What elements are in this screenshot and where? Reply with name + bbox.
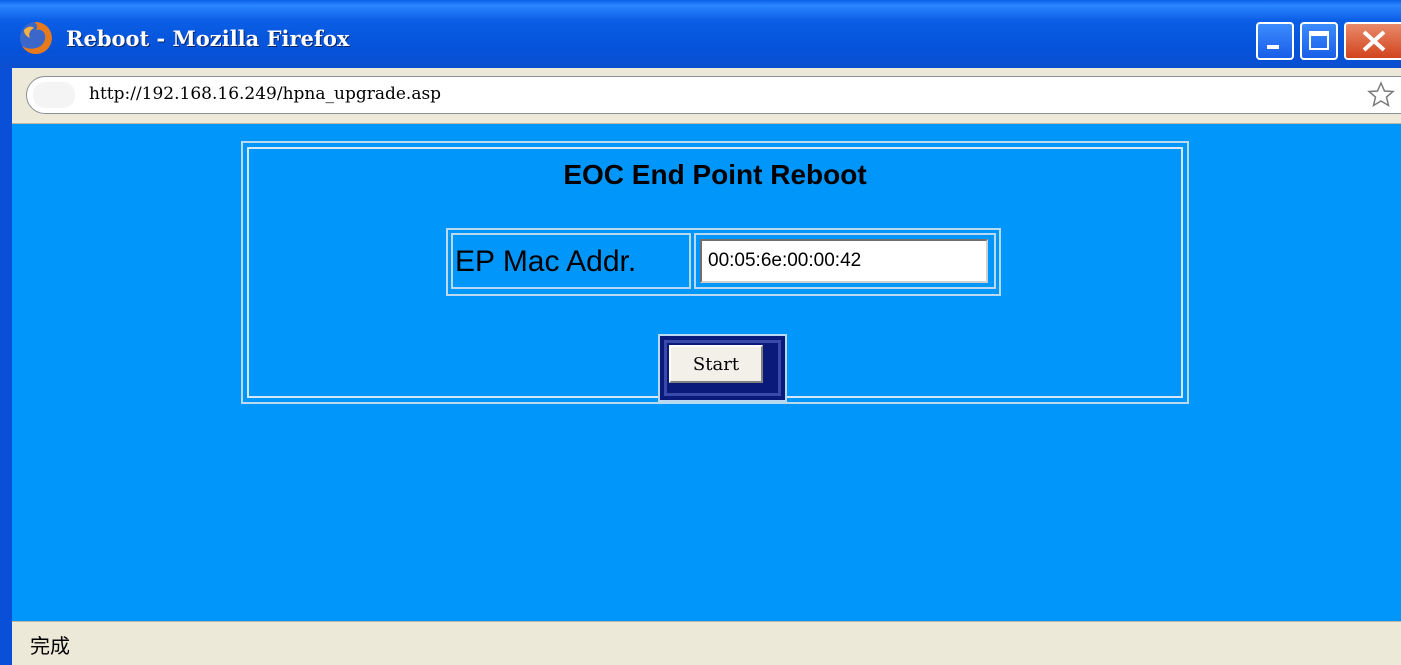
reboot-panel-inner: EOC End Point Reboot EP Mac Addr. Start: [247, 147, 1183, 402]
site-identity-button[interactable]: [33, 82, 75, 108]
mac-address-input[interactable]: [700, 239, 988, 283]
minimize-icon: [1267, 45, 1279, 49]
mac-address-table: EP Mac Addr.: [446, 228, 1001, 296]
start-button[interactable]: Start: [669, 345, 763, 383]
mac-input-cell: [694, 233, 996, 289]
start-button-frame: Start: [658, 334, 787, 402]
status-bar: 完成: [12, 621, 1401, 665]
browser-window: Reboot - Mozilla Firefox http://192.168.…: [0, 0, 1401, 665]
reboot-panel: EOC End Point Reboot EP Mac Addr. Start: [241, 141, 1189, 404]
url-text[interactable]: http://192.168.16.249/hpna_upgrade.asp: [89, 84, 441, 104]
page-title: EOC End Point Reboot: [563, 159, 867, 190]
navigation-toolbar: http://192.168.16.249/hpna_upgrade.asp: [12, 68, 1401, 124]
minimize-button[interactable]: [1256, 22, 1294, 60]
url-bar[interactable]: http://192.168.16.249/hpna_upgrade.asp: [26, 76, 1401, 114]
mac-label-cell: EP Mac Addr.: [451, 233, 691, 289]
window-title: Reboot - Mozilla Firefox: [66, 26, 350, 51]
status-text: 完成: [30, 634, 70, 658]
maximize-icon: [1309, 31, 1329, 50]
title-bar[interactable]: Reboot - Mozilla Firefox: [0, 0, 1401, 68]
firefox-icon: [18, 20, 54, 56]
page-content: EOC End Point Reboot EP Mac Addr. Start: [12, 124, 1401, 621]
mac-address-label: EP Mac Addr.: [455, 245, 637, 278]
close-button[interactable]: [1344, 22, 1401, 60]
maximize-button[interactable]: [1300, 22, 1338, 60]
star-icon[interactable]: [1366, 80, 1396, 110]
close-icon: [1362, 30, 1386, 52]
